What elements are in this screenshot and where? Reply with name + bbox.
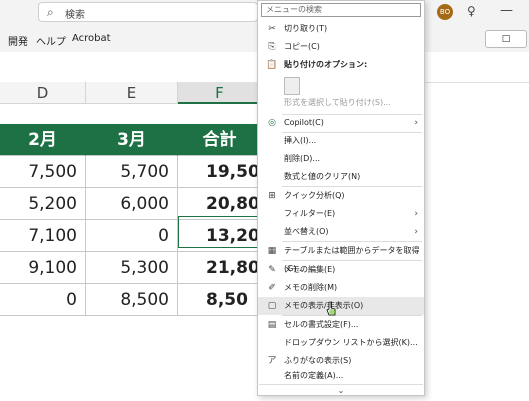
menu-item-format-cells[interactable]: ▤ セルの書式設定(F)... bbox=[258, 316, 424, 334]
menu-item-define-name[interactable]: 名前の定義(A)... bbox=[258, 367, 424, 385]
table-cell[interactable]: 8,500 bbox=[86, 284, 178, 316]
column-header-e[interactable]: E bbox=[86, 82, 178, 104]
note-icon: ▢ bbox=[267, 301, 277, 311]
menu-item-cut[interactable]: ✂ 切り取り(T) bbox=[258, 20, 424, 38]
chevron-right-icon: › bbox=[414, 209, 418, 219]
mouse-pointer-icon bbox=[326, 302, 336, 316]
menu-item-paste-options: 📋 貼り付けのオプション: bbox=[258, 56, 424, 74]
active-cell-border bbox=[178, 216, 262, 248]
table-cell[interactable]: 8,50 bbox=[178, 284, 262, 316]
column-header-f[interactable]: F bbox=[178, 82, 262, 104]
header-cell-total[interactable]: 合計 bbox=[178, 124, 262, 156]
menu-item-copilot[interactable]: ◎ Copilot(C) › bbox=[258, 114, 424, 132]
menu-item-sort[interactable]: 並べ替え(O) › bbox=[258, 223, 424, 241]
menu-item-clear[interactable]: 数式と値のクリア(N) bbox=[258, 168, 424, 186]
table-cell[interactable]: 5,200 bbox=[0, 188, 86, 220]
table-cell[interactable]: 0 bbox=[86, 220, 178, 252]
copy-icon: ⎘ bbox=[268, 42, 276, 52]
quick-analysis-icon: ⊞ bbox=[268, 191, 276, 201]
table-cell[interactable]: 5,300 bbox=[86, 252, 178, 284]
avatar[interactable]: BO bbox=[437, 4, 453, 20]
menu-item-delete[interactable]: 削除(D)... bbox=[258, 150, 424, 168]
header-cell-mar[interactable]: 3月 bbox=[86, 124, 178, 156]
edit-note-icon: ✎ bbox=[268, 265, 276, 275]
chevron-right-icon: › bbox=[414, 118, 418, 128]
copilot-icon: ◎ bbox=[268, 118, 276, 128]
search-icon: ⌕ bbox=[47, 5, 54, 19]
tab-acrobat[interactable]: Acrobat bbox=[72, 33, 111, 44]
table-icon: ▦ bbox=[267, 246, 277, 256]
menu-item-get-data[interactable]: ▦ テーブルまたは範囲からデータを取得(G)... bbox=[258, 242, 424, 273]
table-cell[interactable]: 7,100 bbox=[0, 220, 86, 252]
lightbulb-icon[interactable]: ♀ bbox=[467, 4, 476, 18]
table-cell[interactable]: 0 bbox=[0, 284, 86, 316]
menu-item-dropdown-list[interactable]: ドロップダウン リストから選択(K)... bbox=[258, 334, 424, 352]
table-cell[interactable]: 6,000 bbox=[86, 188, 178, 220]
column-header-d[interactable]: D bbox=[0, 82, 86, 104]
table-cell[interactable]: 9,100 bbox=[0, 252, 86, 284]
scissors-icon: ✂ bbox=[268, 24, 276, 34]
menu-item-edit-note[interactable]: ✎ メモの編集(E) bbox=[258, 261, 424, 279]
chevron-right-icon: › bbox=[414, 227, 418, 237]
table-cell[interactable]: 7,500 bbox=[0, 156, 86, 188]
format-cells-icon: ▤ bbox=[267, 320, 277, 330]
menu-more-button[interactable]: ⌄ bbox=[259, 384, 423, 396]
comment-button[interactable]: □ bbox=[485, 30, 527, 48]
menu-search-input[interactable]: メニューの検索 bbox=[261, 3, 421, 17]
menu-item-quick-analysis[interactable]: ⊞ クイック分析(Q) bbox=[258, 187, 424, 205]
search-placeholder: 検索 bbox=[65, 10, 85, 21]
menu-item-copy[interactable]: ⎘ コピー(C) bbox=[258, 38, 424, 56]
tab-help[interactable]: ヘルプ bbox=[36, 33, 66, 48]
menu-item-show-hide-note[interactable]: ▢ メモの表示/非表示(O) bbox=[258, 297, 424, 315]
delete-note-icon: ✐ bbox=[268, 283, 276, 293]
minimize-icon[interactable]: — bbox=[500, 3, 513, 18]
table-cell[interactable]: 19,50 bbox=[178, 156, 262, 188]
tab-developer[interactable]: 開発 bbox=[8, 33, 28, 48]
comment-icon: □ bbox=[501, 34, 511, 44]
table-cell[interactable]: 5,700 bbox=[86, 156, 178, 188]
table-cell[interactable]: 21,80 bbox=[178, 252, 262, 284]
paste-icon[interactable] bbox=[284, 77, 300, 95]
menu-item-filter[interactable]: フィルター(E) › bbox=[258, 205, 424, 223]
search-box[interactable]: ⌕ 検索 bbox=[38, 2, 258, 22]
header-cell-feb[interactable]: 2月 bbox=[0, 124, 86, 156]
context-menu: メニューの検索 ✂ 切り取り(T) ⎘ コピー(C) 📋 貼り付けのオプション:… bbox=[257, 0, 425, 396]
menu-item-paste-special[interactable]: 形式を選択して貼り付け(S)... bbox=[258, 94, 424, 112]
clipboard-icon: 📋 bbox=[266, 60, 278, 70]
menu-item-insert[interactable]: 挿入(I)... bbox=[258, 132, 424, 150]
menu-item-delete-note[interactable]: ✐ メモの削除(M) bbox=[258, 279, 424, 297]
